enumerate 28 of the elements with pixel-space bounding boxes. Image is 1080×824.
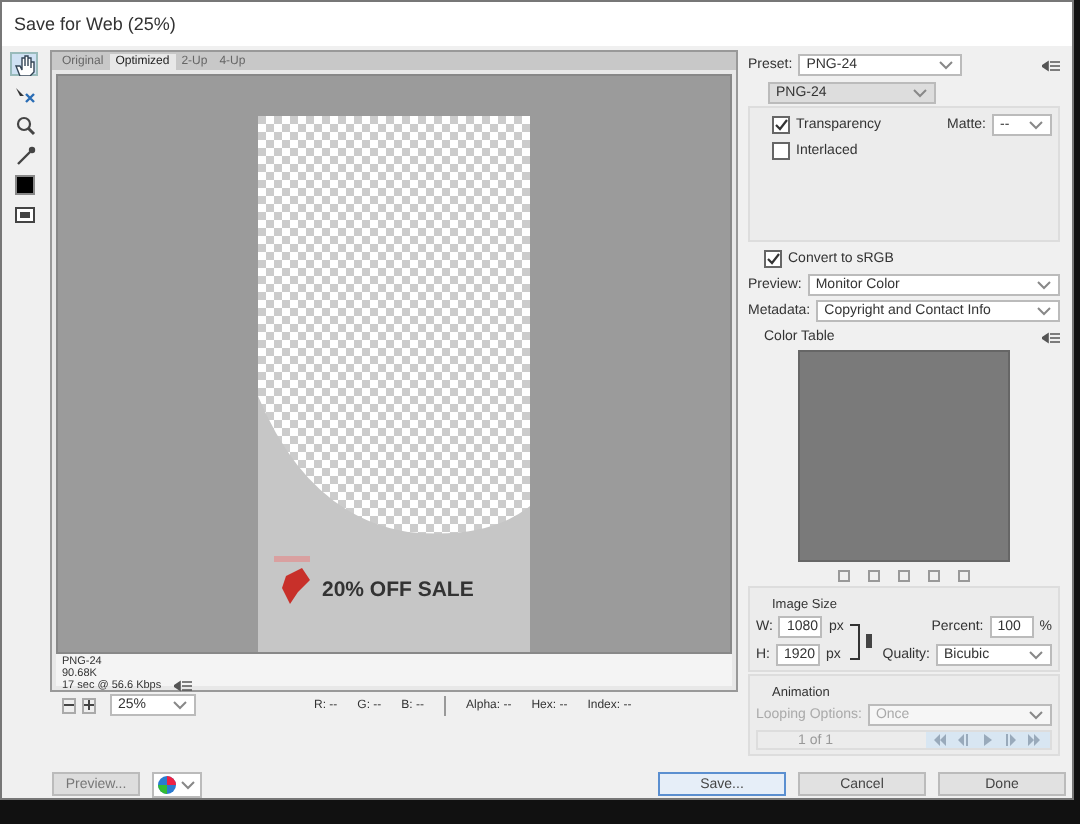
zoom-in-button[interactable] bbox=[82, 697, 96, 713]
menu-icon[interactable] bbox=[1042, 331, 1060, 343]
color-swatch-icon[interactable] bbox=[13, 173, 35, 195]
caret-icon bbox=[178, 775, 198, 793]
caret-icon bbox=[1026, 646, 1046, 664]
link-bracket bbox=[849, 623, 860, 659]
zoom-out-button[interactable] bbox=[62, 697, 76, 713]
minus-icon bbox=[64, 700, 74, 710]
plus-icon bbox=[84, 700, 94, 710]
checkbox[interactable] bbox=[764, 250, 782, 268]
caret-icon bbox=[1026, 706, 1046, 724]
hand-icon[interactable] bbox=[13, 53, 35, 75]
checkbox[interactable] bbox=[772, 116, 790, 134]
slice-visibility-icon[interactable] bbox=[13, 203, 35, 225]
zoom-icon[interactable] bbox=[13, 113, 35, 135]
slice-select-icon[interactable] bbox=[13, 83, 35, 105]
menu-icon[interactable] bbox=[1042, 59, 1060, 71]
caret-icon bbox=[936, 56, 957, 74]
checkbox[interactable] bbox=[772, 142, 790, 160]
menu-icon[interactable] bbox=[173, 680, 192, 692]
caret-icon bbox=[1026, 116, 1046, 134]
sale-headline: 20% OFF SALE bbox=[322, 578, 474, 602]
caret-icon bbox=[170, 696, 190, 714]
eyedropper-icon[interactable] bbox=[13, 143, 35, 165]
browser-globe-icon bbox=[156, 773, 178, 795]
window-title: Save for Web (25%) bbox=[2, 2, 1072, 46]
browser-select[interactable] bbox=[152, 771, 202, 797]
caret-icon bbox=[910, 84, 930, 102]
